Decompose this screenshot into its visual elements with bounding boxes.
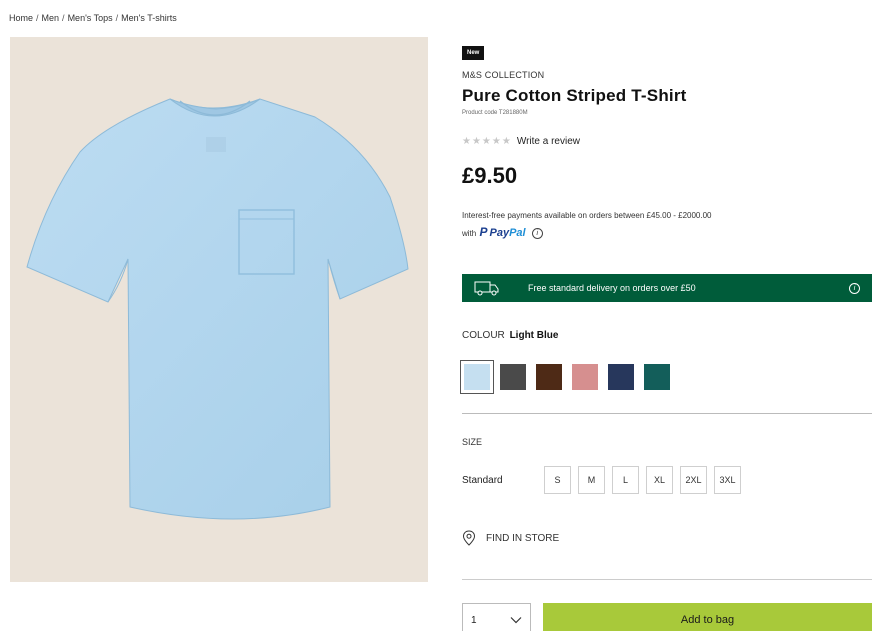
- add-to-bag-button[interactable]: Add to bag: [543, 603, 872, 631]
- find-in-store-label: FIND IN STORE: [486, 532, 560, 544]
- tshirt-image: [26, 98, 409, 520]
- breadcrumb-separator: /: [115, 13, 119, 23]
- chevron-down-icon: [510, 617, 522, 624]
- size-option-3xl[interactable]: 3XL: [714, 466, 741, 494]
- info-icon[interactable]: i: [531, 228, 543, 240]
- divider: [462, 579, 872, 580]
- product-code: Product code T281880M: [462, 110, 528, 116]
- colour-swatch-grey[interactable]: [498, 362, 528, 392]
- paypal-logo-pal: Pal: [509, 227, 526, 239]
- size-selector: Standard S M L XL 2XL 3XL: [462, 466, 748, 494]
- breadcrumb-men[interactable]: Men: [42, 13, 60, 23]
- colour-swatch-teal[interactable]: [642, 362, 672, 392]
- colour-label: COLOUR Light Blue: [462, 330, 558, 341]
- write-review-link[interactable]: Write a review: [517, 136, 580, 147]
- colour-label-text: COLOUR: [462, 330, 505, 341]
- star-rating-icon: ★★★★★: [462, 136, 512, 147]
- size-option-l[interactable]: L: [612, 466, 639, 494]
- colour-swatch-brown[interactable]: [534, 362, 564, 392]
- colour-swatches: [460, 360, 672, 394]
- colour-swatch-navy[interactable]: [606, 362, 636, 392]
- breadcrumb-mens-tops[interactable]: Men's Tops: [68, 13, 113, 23]
- selected-colour: Light Blue: [509, 330, 559, 341]
- truck-icon: [474, 281, 499, 296]
- product-title: Pure Cotton Striped T-Shirt: [462, 86, 687, 105]
- location-pin-icon: [462, 530, 476, 546]
- breadcrumb: Home / Men / Men's Tops / Men's T-shirts: [9, 13, 177, 23]
- product-image[interactable]: [10, 37, 428, 582]
- breadcrumb-home[interactable]: Home: [9, 13, 33, 23]
- size-option-xl[interactable]: XL: [646, 466, 673, 494]
- paypal-p-icon: P: [479, 225, 488, 239]
- paypal-with: with: [462, 229, 477, 238]
- price: £9.50: [462, 163, 518, 188]
- colour-swatch-light-blue[interactable]: [460, 360, 494, 394]
- breadcrumb-mens-tshirts[interactable]: Men's T-shirts: [121, 13, 177, 23]
- delivery-info-icon[interactable]: i: [849, 282, 860, 294]
- breadcrumb-separator: /: [36, 13, 39, 23]
- rating: ★★★★★ Write a review: [462, 136, 580, 147]
- size-label: SIZE: [462, 437, 483, 447]
- size-option-2xl[interactable]: 2XL: [680, 466, 707, 494]
- colour-swatch-pink[interactable]: [570, 362, 600, 392]
- delivery-text: Free standard delivery on orders over £5…: [528, 283, 696, 293]
- find-in-store-link[interactable]: FIND IN STORE: [462, 530, 559, 546]
- divider: [462, 413, 872, 414]
- new-badge: New: [462, 46, 485, 60]
- paypal-logo: PayPal: [489, 227, 525, 239]
- paypal-note: Interest-free payments available on orde…: [462, 208, 842, 242]
- quantity-value: 1: [471, 614, 477, 626]
- fit-label: Standard: [462, 474, 503, 486]
- breadcrumb-separator: /: [62, 13, 65, 23]
- brand-name: M&S COLLECTION: [462, 70, 545, 80]
- product-info: New M&S COLLECTION Pure Cotton Striped T…: [460, 41, 872, 631]
- quantity-select[interactable]: 1: [462, 603, 531, 631]
- paypal-logo-pay: Pay: [489, 227, 510, 239]
- size-option-s[interactable]: S: [544, 466, 571, 494]
- paypal-text: Interest-free payments available on orde…: [462, 211, 712, 220]
- delivery-banner: Free standard delivery on orders over £5…: [462, 274, 872, 302]
- size-option-m[interactable]: M: [578, 466, 605, 494]
